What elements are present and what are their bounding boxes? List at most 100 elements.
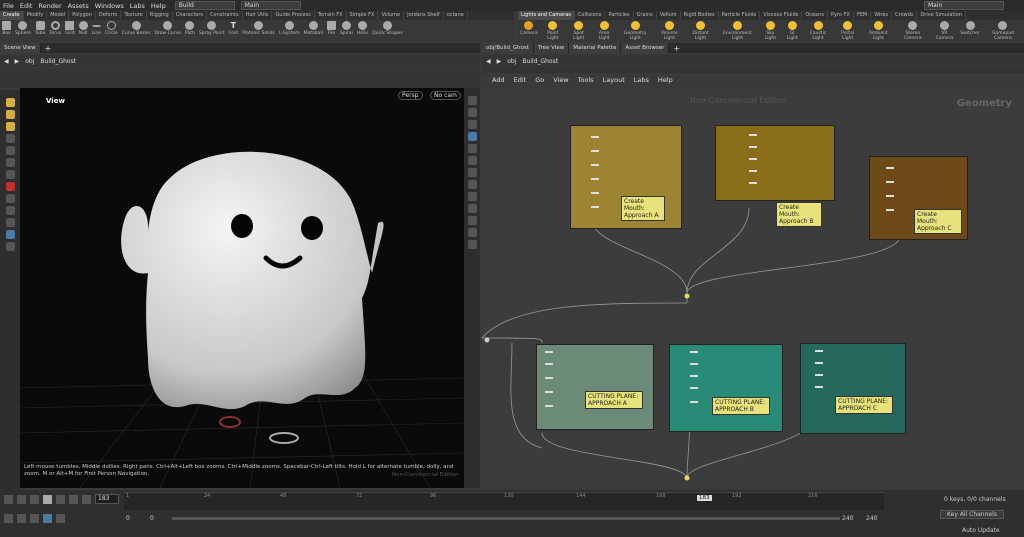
net-menu-tools[interactable]: Tools bbox=[578, 76, 594, 84]
camera-view-icon[interactable] bbox=[467, 168, 477, 177]
tool-stereo-camera[interactable]: Stereo Camera bbox=[895, 20, 931, 41]
layout-icon[interactable] bbox=[467, 240, 477, 249]
brush-icon[interactable] bbox=[5, 194, 15, 203]
background-icon[interactable] bbox=[467, 204, 477, 213]
settings-icon[interactable] bbox=[56, 514, 65, 523]
shelf-tab[interactable]: Volume bbox=[378, 11, 405, 20]
shelf-tab[interactable]: Constraints bbox=[207, 11, 243, 20]
node-create-mouth-c[interactable]: Create Mouth: Approach C bbox=[869, 156, 968, 240]
tool-line[interactable]: Line bbox=[90, 20, 103, 36]
desktop-dropdown[interactable]: Build bbox=[174, 1, 235, 10]
tool-portal-light[interactable]: Portal Light bbox=[834, 20, 862, 41]
magnet-icon[interactable] bbox=[5, 218, 15, 227]
menu-windows[interactable]: Windows bbox=[92, 2, 127, 10]
shelf-tab[interactable]: Texture bbox=[121, 11, 147, 20]
tool-gamepad-camera[interactable]: Gamepad Camera bbox=[982, 20, 1024, 41]
stop-icon[interactable] bbox=[43, 494, 52, 504]
tool-vr-camera[interactable]: VR Camera bbox=[931, 20, 959, 41]
tool-sky-light[interactable]: Sky Light bbox=[759, 20, 782, 41]
tool-file[interactable]: File bbox=[325, 20, 338, 36]
audio-icon[interactable] bbox=[17, 514, 26, 523]
move-tool-icon[interactable] bbox=[5, 110, 15, 119]
pivot-icon[interactable] bbox=[5, 242, 15, 251]
menu-edit[interactable]: Edit bbox=[17, 2, 36, 10]
tool-spray-paint[interactable]: Spray Paint bbox=[197, 20, 227, 36]
shelf-tab[interactable]: FEM bbox=[854, 11, 872, 20]
tool-circle[interactable]: Circle bbox=[103, 20, 120, 36]
timeline-scrubber[interactable]: 1 24 48 72 96 120 144 168 192 216 183 bbox=[124, 492, 884, 510]
next-key-icon[interactable] bbox=[69, 494, 78, 504]
3d-viewport[interactable]: View Persp No cam Left mouse tumbles. Mi… bbox=[20, 88, 464, 488]
tool-volume-light[interactable]: Volume Light bbox=[654, 20, 685, 41]
net-path-root[interactable]: obj bbox=[507, 58, 516, 65]
tab-tree-view[interactable]: Tree View bbox=[533, 43, 570, 53]
guides-icon[interactable] bbox=[467, 228, 477, 237]
forward-icon[interactable]: ▶ bbox=[15, 58, 20, 65]
realtime-icon[interactable] bbox=[43, 514, 52, 523]
tool-environment-light[interactable]: Environment Light bbox=[716, 20, 759, 41]
tool-font[interactable]: T Font bbox=[226, 20, 240, 36]
auto-update-dropdown[interactable]: Auto Update bbox=[962, 527, 1000, 534]
tool-helix[interactable]: Helix bbox=[355, 20, 370, 36]
playhead-marker[interactable]: 183 bbox=[696, 494, 713, 502]
tool-point-light[interactable]: Point Light bbox=[540, 20, 566, 41]
input-dot[interactable] bbox=[484, 337, 490, 343]
shelf-tab[interactable]: Terrain FX bbox=[315, 11, 347, 20]
shelf-tab[interactable]: Oceans bbox=[802, 11, 828, 20]
net-menu-view[interactable]: View bbox=[553, 76, 568, 84]
node-create-mouth-b[interactable]: Create Mouth: Approach B bbox=[715, 125, 835, 227]
tool-distant-light[interactable]: Distant Light bbox=[685, 20, 716, 41]
tool-metaball[interactable]: Metaball bbox=[302, 20, 325, 36]
tool-caustic-light[interactable]: Caustic Light bbox=[802, 20, 833, 41]
node-cutting-plane-c[interactable]: CUTTING PLANE: APPROACH C bbox=[800, 343, 906, 434]
menu-labs[interactable]: Labs bbox=[127, 2, 148, 10]
tool-grid[interactable]: Grid bbox=[63, 20, 76, 36]
range-end[interactable]: 240 bbox=[842, 515, 853, 522]
shelf-tab[interactable]: Lights and Cameras bbox=[518, 11, 575, 20]
tool-sphere[interactable]: Sphere bbox=[13, 20, 33, 36]
menu-assets[interactable]: Assets bbox=[65, 2, 92, 10]
display-icon[interactable] bbox=[467, 96, 477, 105]
shelf-tab[interactable]: Modify bbox=[24, 11, 48, 20]
play-icon[interactable] bbox=[56, 494, 65, 504]
view-icon[interactable] bbox=[5, 206, 15, 215]
net-forward-icon[interactable]: ▶ bbox=[497, 58, 502, 65]
net-menu-help[interactable]: Help bbox=[658, 76, 673, 84]
current-frame-field[interactable]: 183 bbox=[95, 494, 119, 504]
tool-l-system[interactable]: L-System bbox=[277, 20, 302, 36]
shelf-tab[interactable]: Model bbox=[47, 11, 70, 20]
add-tab-icon[interactable]: + bbox=[41, 44, 56, 53]
points-icon[interactable] bbox=[467, 144, 477, 153]
reverse-play-icon[interactable] bbox=[30, 494, 39, 504]
path-node[interactable]: Build_Ghost bbox=[40, 58, 76, 65]
add-network-tab-icon[interactable]: + bbox=[669, 44, 684, 53]
path-root[interactable]: obj bbox=[25, 58, 34, 65]
tool-platonic-solids[interactable]: Platonic Solids bbox=[240, 20, 277, 36]
shelf-tab[interactable]: Particles bbox=[605, 11, 634, 20]
node-cutting-plane-b[interactable]: CUTTING PLANE: APPROACH B bbox=[669, 344, 783, 432]
shelf-tab[interactable]: Deform bbox=[96, 11, 122, 20]
tab-scene-view[interactable]: Scene View bbox=[0, 43, 41, 53]
node-cutting-plane-a[interactable]: CUTTING PLANE: APPROACH A bbox=[536, 344, 654, 430]
last-frame-icon[interactable] bbox=[82, 494, 91, 504]
tool-gi-light[interactable]: GI Light bbox=[782, 20, 802, 41]
tool-area-light[interactable]: Area Light bbox=[591, 20, 617, 41]
tool-path[interactable]: Path bbox=[183, 20, 197, 36]
range-start[interactable]: 0 bbox=[126, 515, 130, 522]
tool-draw-curve[interactable]: Draw Curve bbox=[152, 20, 182, 36]
net-path-node[interactable]: Build_Ghost bbox=[522, 58, 558, 65]
tool-camera[interactable]: Camera bbox=[518, 20, 540, 36]
shelf-tab[interactable]: octane bbox=[444, 11, 468, 20]
tab-asset-browser[interactable]: Asset Browser bbox=[621, 43, 670, 53]
first-frame-icon[interactable] bbox=[4, 494, 13, 504]
lock-icon[interactable] bbox=[5, 158, 15, 167]
shelf-tab[interactable]: Vellum bbox=[657, 11, 681, 20]
shelf-tab[interactable]: Characters bbox=[173, 11, 208, 20]
tool-torus[interactable]: Torus bbox=[47, 20, 63, 36]
net-menu-edit[interactable]: Edit bbox=[514, 76, 527, 84]
shelf-tab[interactable]: Guide Process bbox=[272, 11, 315, 20]
handle-icon[interactable] bbox=[5, 146, 15, 155]
rotate-tool-icon[interactable] bbox=[5, 122, 15, 131]
net-menu-labs[interactable]: Labs bbox=[634, 76, 649, 84]
shelf-tab[interactable]: Rigid Bodies bbox=[681, 11, 719, 20]
